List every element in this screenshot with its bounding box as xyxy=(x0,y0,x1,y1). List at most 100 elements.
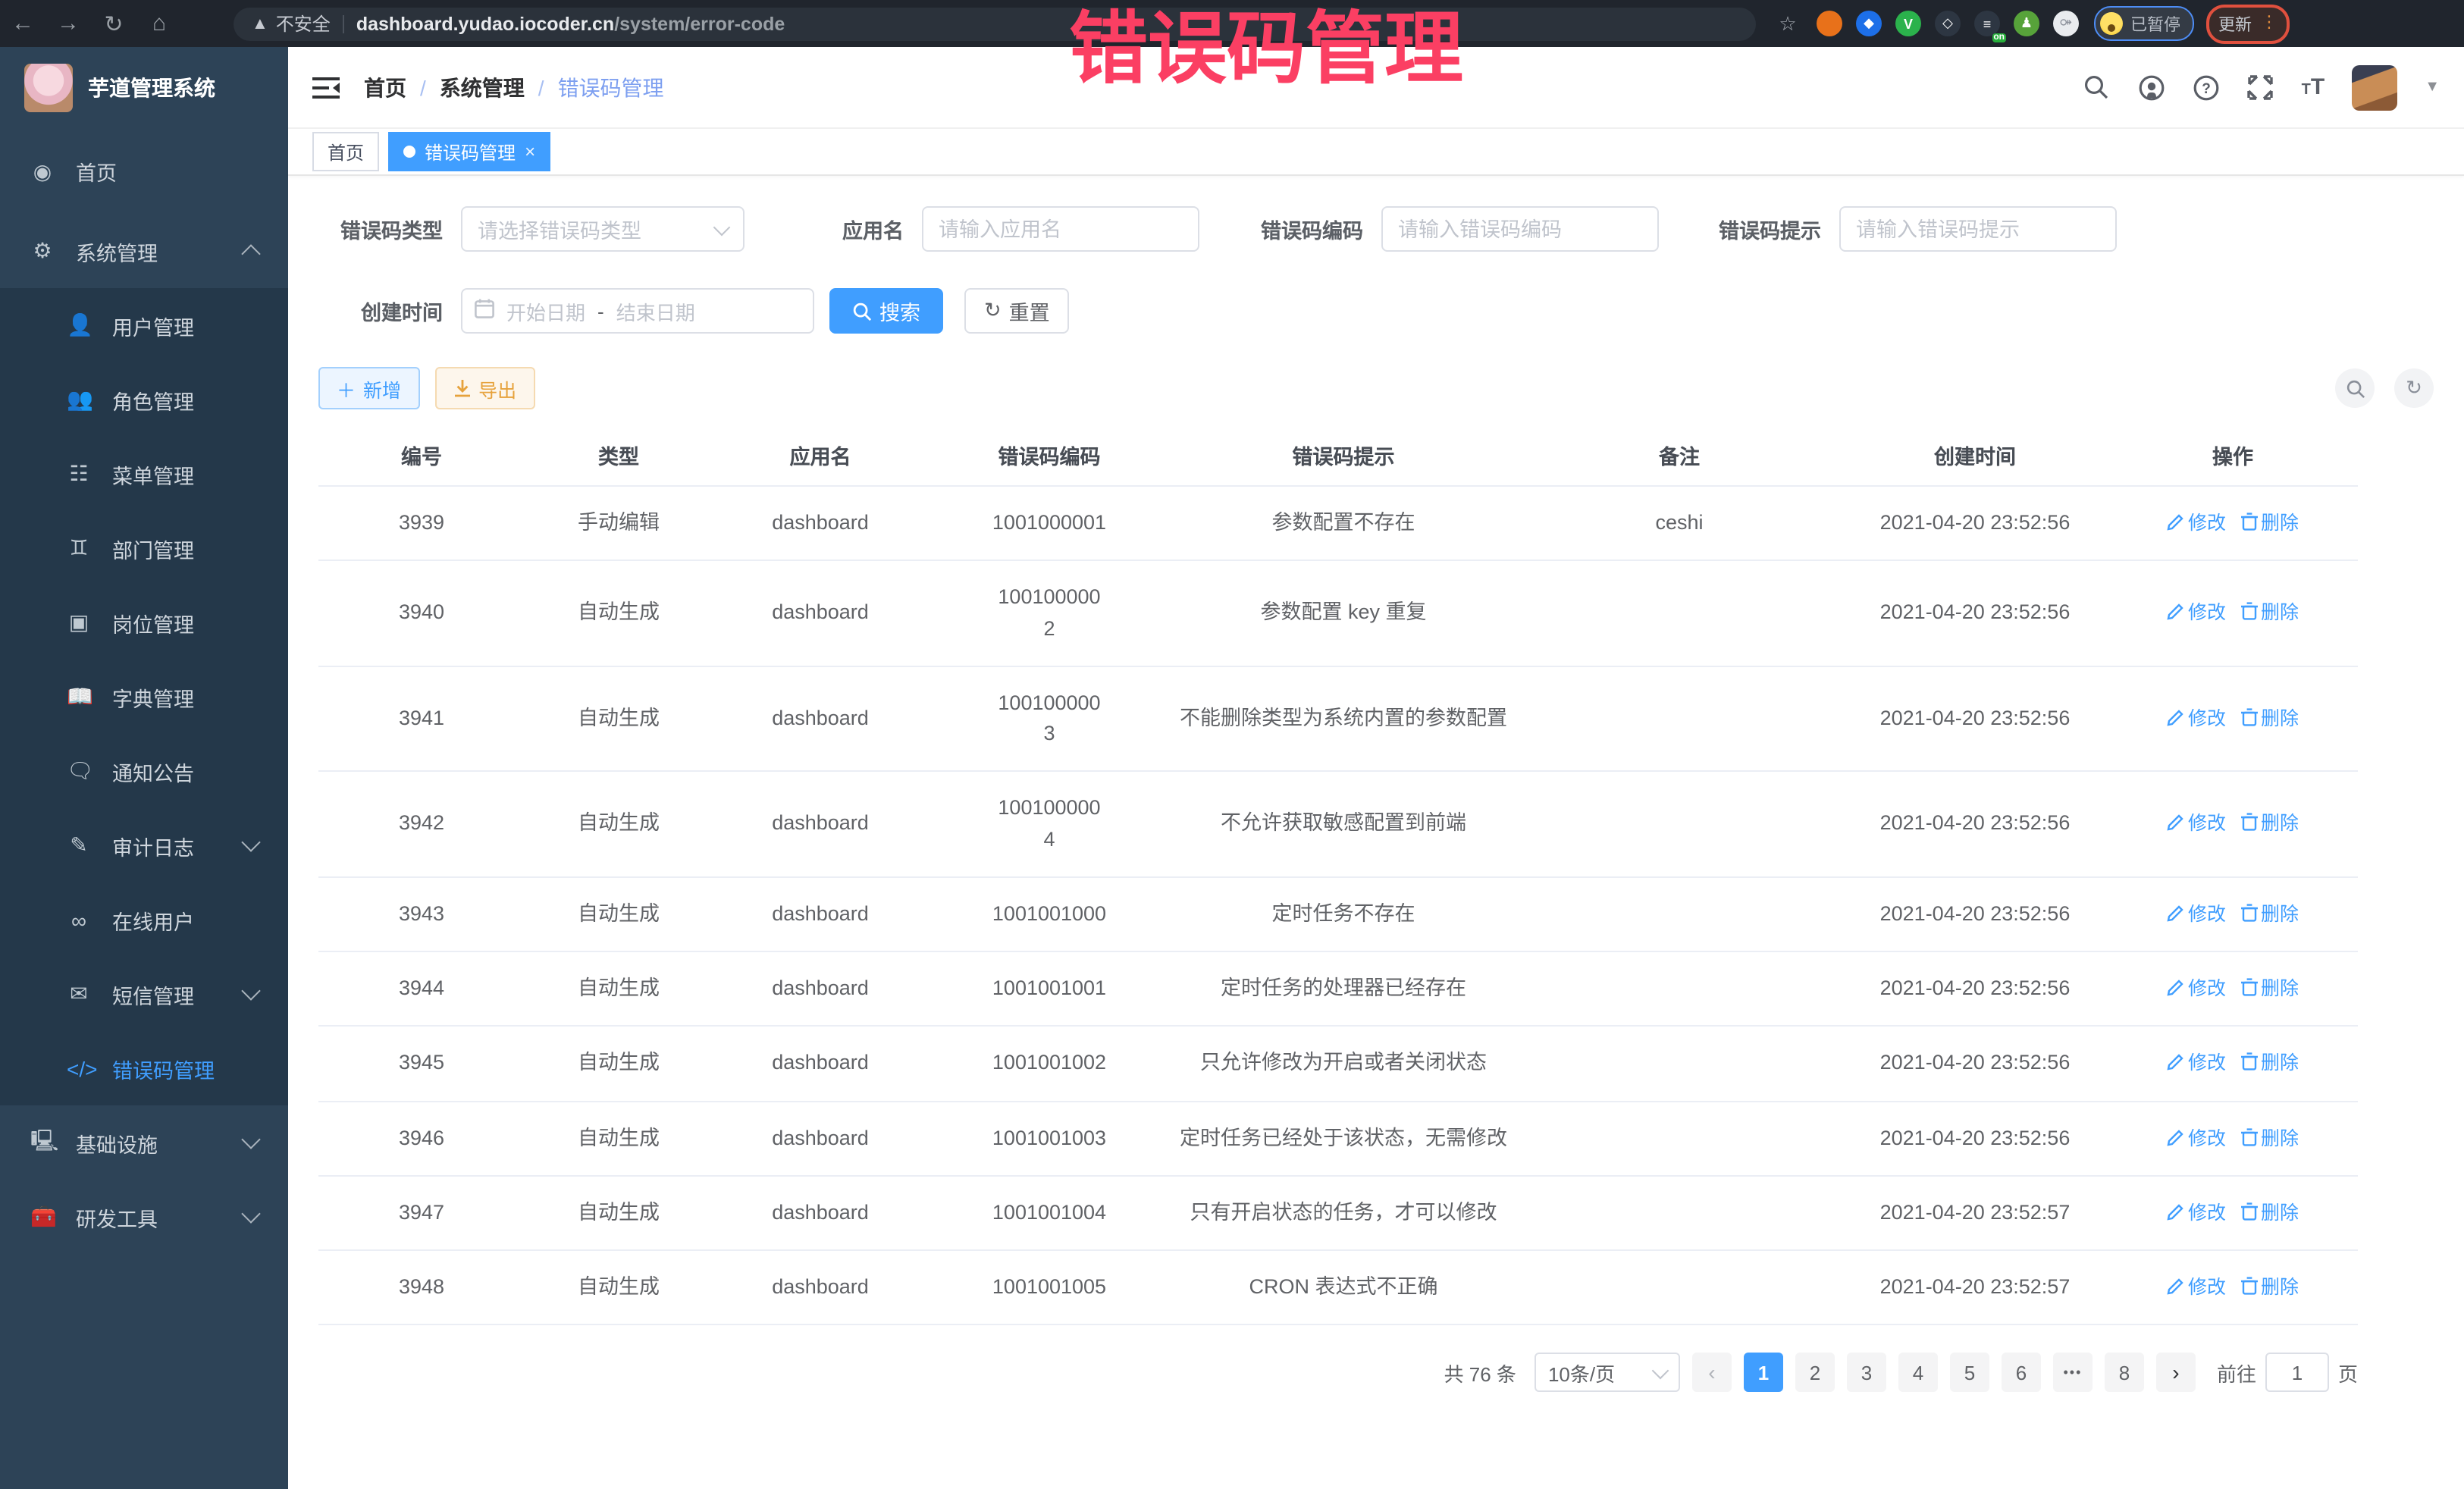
cell-编号: 3944 xyxy=(318,952,525,1026)
user-menu-caret-icon[interactable]: ▼ xyxy=(2425,79,2440,96)
delete-row-link[interactable]: 删除 xyxy=(2241,1053,2299,1074)
edit-row-link[interactable]: 修改 xyxy=(2167,904,2226,925)
tag-home[interactable]: 首页 xyxy=(312,132,379,171)
delete-row-link[interactable]: 删除 xyxy=(2241,978,2299,999)
bookmark-star-icon[interactable]: ☆ xyxy=(1771,11,1804,36)
prev-page-button[interactable]: ‹ xyxy=(1692,1353,1732,1393)
edit-row-link[interactable]: 修改 xyxy=(2167,1277,2226,1298)
extension-squares[interactable]: ◇ xyxy=(1935,11,1961,36)
sidebar-item-在线用户[interactable]: ∞在线用户 xyxy=(0,882,288,957)
fullscreen-icon[interactable] xyxy=(2247,74,2274,101)
page-size-select[interactable]: 10条/页 xyxy=(1535,1353,1680,1393)
app-logo-row[interactable]: 芋道管理系统 xyxy=(0,47,288,129)
extension-blue-gem[interactable]: ◆ xyxy=(1856,11,1882,36)
edit-row-link[interactable]: 修改 xyxy=(2167,1202,2226,1224)
export-button[interactable]: 导出 xyxy=(434,367,534,409)
font-size-icon[interactable]: TT xyxy=(2302,74,2325,100)
sidebar-item-研发工具[interactable]: 🧰研发工具 xyxy=(0,1180,288,1254)
org-tree-icon: ♊ xyxy=(67,535,91,561)
reload-icon[interactable]: ↻ xyxy=(91,10,136,37)
collapse-sidebar-icon[interactable] xyxy=(312,75,340,99)
search-button[interactable]: 搜索 xyxy=(829,288,943,334)
paused-extension-button[interactable]: 已暂停 xyxy=(2094,6,2194,41)
sidebar-item-短信管理[interactable]: ✉短信管理 xyxy=(0,957,288,1031)
jump-page-input[interactable] xyxy=(2265,1353,2329,1393)
error-type-select[interactable]: 请选择错误码类型 xyxy=(461,206,745,252)
extension-puzzle[interactable]: ⚩ xyxy=(2053,11,2079,36)
sidebar-item-部门管理[interactable]: ♊部门管理 xyxy=(0,511,288,585)
show-search-icon[interactable] xyxy=(2335,368,2375,408)
date-range-picker[interactable]: 开始日期 - 结束日期 xyxy=(461,288,814,334)
breadcrumb-home[interactable]: 首页 xyxy=(364,72,406,102)
cell-应用名: dashboard xyxy=(713,952,928,1026)
sidebar-item-角色管理[interactable]: 👥角色管理 xyxy=(0,362,288,437)
page-button-2[interactable]: 2 xyxy=(1795,1353,1835,1393)
delete-row-link[interactable]: 删除 xyxy=(2241,1277,2299,1298)
edit-row-link[interactable]: 修改 xyxy=(2167,603,2226,624)
app-name-input[interactable] xyxy=(922,206,1199,252)
error-code-input[interactable] xyxy=(1381,206,1659,252)
sidebar-item-错误码管理[interactable]: </>错误码管理 xyxy=(0,1031,288,1105)
cell-操作: 修改删除 xyxy=(2108,487,2358,560)
sidebar-item-首页[interactable]: ◉首页 xyxy=(0,129,288,214)
cell-类型: 自动生成 xyxy=(525,878,713,951)
close-tag-icon[interactable]: × xyxy=(525,141,535,162)
user-avatar[interactable] xyxy=(2352,64,2397,110)
breadcrumb-system[interactable]: 系统管理 xyxy=(440,72,525,102)
sidebar-item-审计日志[interactable]: ✎审计日志 xyxy=(0,808,288,882)
search-icon[interactable] xyxy=(2083,74,2111,101)
edit-row-link[interactable]: 修改 xyxy=(2167,1053,2226,1074)
edit-row-link[interactable]: 修改 xyxy=(2167,1127,2226,1149)
delete-row-link[interactable]: 删除 xyxy=(2241,1127,2299,1149)
forward-icon[interactable]: → xyxy=(45,11,91,36)
delete-row-link[interactable]: 删除 xyxy=(2241,1202,2299,1224)
edit-row-link[interactable]: 修改 xyxy=(2167,513,2226,534)
page-button-5[interactable]: 5 xyxy=(1950,1353,1989,1393)
page-button-3[interactable]: 3 xyxy=(1847,1353,1886,1393)
page-button-8[interactable]: 8 xyxy=(2105,1353,2144,1393)
edit-row-link[interactable]: 修改 xyxy=(2167,978,2226,999)
browser-update-button[interactable]: 更新 ⋮ xyxy=(2206,4,2290,43)
sidebar-item-用户管理[interactable]: 👤用户管理 xyxy=(0,288,288,362)
refresh-table-icon[interactable]: ↻ xyxy=(2394,368,2434,408)
omnibox-divider xyxy=(343,14,344,33)
add-button[interactable]: ＋ 新增 xyxy=(318,367,419,409)
delete-row-link[interactable]: 删除 xyxy=(2241,904,2299,925)
address-bar[interactable]: ▲ 不安全 dashboard.yudao.iocoder.cn/system/… xyxy=(234,7,1756,40)
github-icon[interactable] xyxy=(2138,74,2165,101)
edit-row-link[interactable]: 修改 xyxy=(2167,708,2226,729)
reset-button[interactable]: ↻ 重置 xyxy=(964,288,1070,334)
cell-错误码提示: 定时任务的处理器已经存在 xyxy=(1171,952,1516,1026)
home-icon[interactable]: ⌂ xyxy=(136,11,182,36)
cell-操作: 修改删除 xyxy=(2108,1177,2358,1250)
tag-error-code[interactable]: 错误码管理 × xyxy=(388,132,550,171)
sidebar-item-系统管理[interactable]: ⚙系统管理 xyxy=(0,214,288,288)
page-button-4[interactable]: 4 xyxy=(1898,1353,1938,1393)
delete-row-link[interactable]: 删除 xyxy=(2241,513,2299,534)
delete-row-link[interactable]: 删除 xyxy=(2241,813,2299,835)
delete-row-link[interactable]: 删除 xyxy=(2241,708,2299,729)
extension-orange[interactable] xyxy=(1817,11,1842,36)
extension-list-on[interactable]: ≡on xyxy=(1974,11,2000,36)
next-page-button[interactable]: › xyxy=(2156,1353,2196,1393)
extension-green-person[interactable]: ♟ xyxy=(2014,11,2039,36)
edit-row-link[interactable]: 修改 xyxy=(2167,813,2226,835)
page-button-6[interactable]: 6 xyxy=(2002,1353,2041,1393)
total-count: 共 76 条 xyxy=(1444,1359,1516,1387)
delete-row-link[interactable]: 删除 xyxy=(2241,603,2299,624)
error-hint-input[interactable] xyxy=(1839,206,2117,252)
browser-menu-icon[interactable]: ⋮ xyxy=(2261,20,2277,27)
sidebar-item-基础设施[interactable]: 🖳基础设施 xyxy=(0,1105,288,1180)
sidebar-item-菜单管理[interactable]: ☷菜单管理 xyxy=(0,437,288,511)
table-row: 3940自动生成dashboard1001000002参数配置 key 重复20… xyxy=(318,562,2358,667)
help-icon[interactable]: ? xyxy=(2193,74,2220,101)
extension-green-v[interactable]: V xyxy=(1895,11,1921,36)
page-button-1[interactable]: 1 xyxy=(1744,1353,1783,1393)
cell-应用名: dashboard xyxy=(713,788,928,861)
table-row: 3943自动生成dashboard1001001000定时任务不存在2021-0… xyxy=(318,878,2358,953)
sidebar-item-岗位管理[interactable]: ▣岗位管理 xyxy=(0,585,288,660)
sidebar-item-通知公告[interactable]: 🗨通知公告 xyxy=(0,734,288,808)
back-icon[interactable]: ← xyxy=(0,11,45,36)
audit-log-icon: ✎ xyxy=(67,832,91,858)
sidebar-item-字典管理[interactable]: 📖字典管理 xyxy=(0,660,288,734)
